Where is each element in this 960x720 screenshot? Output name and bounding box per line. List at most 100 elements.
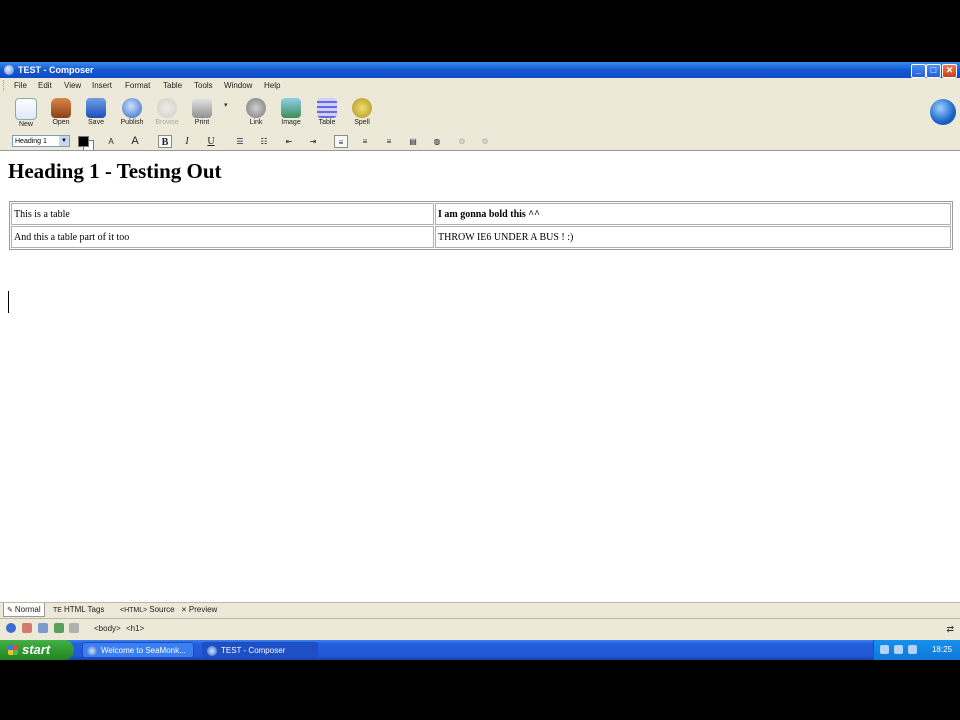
tab-html-tags[interactable]: TE HTML Tags <box>50 603 107 616</box>
align-left-icon[interactable]: ≡ <box>334 135 348 148</box>
spell-button-label: Spell <box>354 119 370 126</box>
table-cell[interactable]: I am gonna bold this ^^ <box>435 203 951 225</box>
new-button[interactable]: New <box>11 95 41 131</box>
close-button[interactable]: ✕ <box>942 64 957 78</box>
clock[interactable]: 18:25 <box>932 645 952 654</box>
composer-app-icon[interactable] <box>4 65 14 75</box>
format-toolbar: Heading 1 ▼ A A B I U ☰ ☷ ⇤ ⇥ ≡ ≡ ≡ ▤ ◍ … <box>0 133 960 151</box>
outdent-icon[interactable]: ⇤ <box>282 135 296 148</box>
composition-toolbar: New Open Save Publish Browse Print ▾ Lin… <box>0 93 960 133</box>
spell-check-icon <box>352 98 372 118</box>
table-cell[interactable]: And this a table part of it too <box>11 226 434 248</box>
structure-body-tag[interactable]: <body> <box>94 624 121 633</box>
title-bar[interactable]: TEST - Composer _ □ ✕ <box>0 62 960 78</box>
open-folder-icon <box>51 98 71 118</box>
save-button[interactable]: Save <box>81 95 111 131</box>
save-button-label: Save <box>88 119 104 126</box>
image-button-label: Image <box>281 119 301 126</box>
menu-insert[interactable]: Insert <box>92 81 112 90</box>
maximize-button[interactable]: □ <box>926 64 941 78</box>
menu-window[interactable]: Window <box>224 81 252 90</box>
minimize-button[interactable]: _ <box>911 64 926 78</box>
align-right-icon[interactable]: ≡ <box>382 135 396 148</box>
menu-file[interactable]: File <box>14 81 27 90</box>
align-center-icon[interactable]: ≡ <box>358 135 372 148</box>
menu-edit[interactable]: Edit <box>38 81 52 90</box>
start-button[interactable]: start <box>0 640 74 660</box>
browser-icon[interactable] <box>6 623 16 633</box>
new-page-icon <box>15 98 37 120</box>
seamonkey-throbber-icon[interactable] <box>930 99 956 125</box>
tab-label: Normal <box>14 605 41 614</box>
indent-icon[interactable]: ⇥ <box>306 135 320 148</box>
remove-element-icon[interactable]: ⚙ <box>478 135 492 148</box>
print-button[interactable]: Print <box>187 95 217 131</box>
address-book-icon[interactable] <box>38 623 48 633</box>
taskbar-item-label: TEST - Composer <box>221 646 286 655</box>
link-button[interactable]: Link <box>241 95 271 131</box>
document-editor[interactable]: Heading 1 - Testing Out This is a table … <box>0 150 960 602</box>
link-button-label: Link <box>249 119 263 126</box>
screen: TEST - Composer _ □ ✕ File Edit View Ins… <box>0 62 960 660</box>
menu-bar: File Edit View Insert Format Table Tools… <box>0 78 960 93</box>
browse-button[interactable]: Browse <box>152 95 182 131</box>
tab-label: Source <box>149 605 175 614</box>
underline-button[interactable]: U <box>204 135 218 148</box>
taskbar-item-seamonkey[interactable]: Welcome to SeaMonk... <box>82 642 194 658</box>
bold-button[interactable]: B <box>158 135 172 148</box>
menubar-grip[interactable] <box>3 80 6 91</box>
numbered-list-icon[interactable]: ☷ <box>257 135 271 148</box>
table-row: This is a table I am gonna bold this ^^ <box>11 203 951 225</box>
publish-button-label: Publish <box>120 119 144 126</box>
print-dropdown-arrow-icon[interactable]: ▾ <box>224 101 228 109</box>
structure-h1-tag[interactable]: <h1> <box>126 624 144 633</box>
network-icon[interactable] <box>880 645 889 654</box>
table-button[interactable]: Table <box>312 95 342 131</box>
justify-icon[interactable]: ▤ <box>406 135 420 148</box>
bullet-list-icon[interactable]: ☰ <box>233 135 247 148</box>
browse-icon <box>157 98 177 118</box>
table-cell[interactable]: This is a table <box>11 203 434 225</box>
mail-icon[interactable] <box>22 623 32 633</box>
insert-element-icon[interactable]: ⚙ <box>455 135 469 148</box>
menu-help[interactable]: Help <box>264 81 280 90</box>
tab-source[interactable]: <HTML> Source <box>117 603 178 616</box>
publish-button[interactable]: Publish <box>117 95 147 131</box>
open-button[interactable]: Open <box>46 95 76 131</box>
larger-font-button[interactable]: A <box>128 135 142 148</box>
document-heading[interactable]: Heading 1 - Testing Out <box>8 159 222 184</box>
online-status-icon[interactable]: ⇄ <box>946 624 954 635</box>
preview-mode-icon: ✕ <box>181 607 187 614</box>
table-row: And this a table part of it too THROW IE… <box>11 226 951 248</box>
anchor-icon[interactable]: ◍ <box>430 135 444 148</box>
volume-icon[interactable] <box>908 645 917 654</box>
html-tags-icon: TE <box>53 607 62 614</box>
image-button[interactable]: Image <box>276 95 306 131</box>
table-cell[interactable]: THROW IE6 UNDER A BUS ! :) <box>435 226 951 248</box>
document-table[interactable]: This is a table I am gonna bold this ^^ … <box>9 201 953 250</box>
menu-format[interactable]: Format <box>125 81 150 90</box>
tab-preview[interactable]: ✕ Preview <box>178 603 220 616</box>
table-button-label: Table <box>318 119 336 126</box>
composer-icon <box>207 646 217 656</box>
smaller-font-button[interactable]: A <box>104 135 118 148</box>
menu-view[interactable]: View <box>64 81 81 90</box>
window-title: TEST - Composer <box>18 65 94 75</box>
chevron-down-icon[interactable]: ▼ <box>59 136 69 146</box>
help-icon[interactable] <box>894 645 903 654</box>
spell-button[interactable]: Spell <box>347 95 377 131</box>
taskbar-item-composer[interactable]: TEST - Composer <box>202 642 318 658</box>
new-button-label: New <box>18 121 33 128</box>
print-button-label: Print <box>194 119 210 126</box>
text-color-swatch[interactable] <box>78 136 89 147</box>
italic-button[interactable]: I <box>180 135 194 148</box>
edit-mode-tabs: ✎ Normal TE HTML Tags <HTML> Source ✕ Previe… <box>0 602 960 617</box>
tab-normal[interactable]: ✎ Normal <box>3 603 45 617</box>
chatzilla-icon[interactable] <box>69 623 79 633</box>
system-tray: 18:25 <box>873 640 960 660</box>
composer-icon[interactable] <box>54 623 64 633</box>
menu-table[interactable]: Table <box>163 81 182 90</box>
menu-tools[interactable]: Tools <box>194 81 213 90</box>
paragraph-format-value: Heading 1 <box>15 138 47 145</box>
paragraph-format-select[interactable]: Heading 1 ▼ <box>12 135 70 147</box>
